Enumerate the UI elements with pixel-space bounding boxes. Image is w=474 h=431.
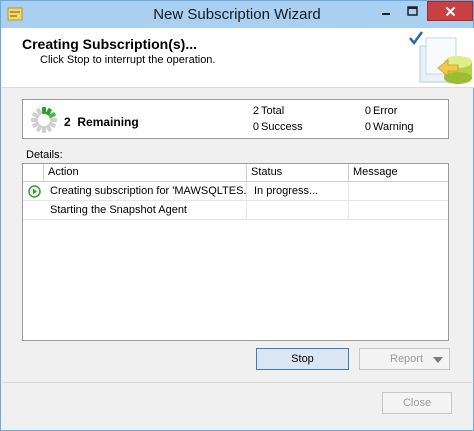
error-count: 0	[364, 105, 371, 117]
stop-button[interactable]: Stop	[256, 348, 349, 370]
status-cell	[247, 201, 349, 220]
total-count: 2	[252, 105, 259, 117]
column-header-message[interactable]: Message	[349, 164, 448, 182]
details-grid[interactable]: Action Status Message Creating subscript…	[22, 163, 449, 341]
icon-column-header	[23, 164, 44, 182]
in-progress-icon	[28, 185, 41, 198]
wizard-graphic-icon	[409, 31, 472, 84]
success-count: 0	[252, 121, 259, 133]
chevron-down-icon	[433, 357, 443, 363]
message-cell	[349, 182, 448, 201]
remaining-label: Remaining	[77, 115, 139, 129]
wizard-header: Creating Subscription(s)... Click Stop t…	[2, 28, 474, 88]
status-cell: In progress...	[247, 182, 349, 201]
message-cell	[349, 201, 448, 220]
details-label: Details:	[26, 149, 63, 161]
minimize-icon	[381, 13, 390, 15]
warning-count: 0	[364, 121, 371, 133]
wizard-window: New Subscription Wizard Creating Subscri…	[0, 0, 474, 431]
progress-summary: 2 Remaining 2 Total 0 Success 0 Error 0 …	[22, 99, 449, 139]
action-cell: Starting the Snapshot Agent	[44, 201, 247, 220]
page-subtitle: Click Stop to interrupt the operation.	[40, 54, 216, 66]
table-row[interactable]: Starting the Snapshot Agent	[23, 201, 448, 220]
close-window-button[interactable]	[427, 1, 473, 21]
error-label: Error	[373, 105, 398, 117]
success-label: Success	[261, 121, 303, 133]
remaining-status: 2 Remaining	[64, 115, 139, 129]
column-header-action[interactable]: Action	[44, 164, 247, 182]
progress-spinner-icon	[31, 107, 57, 133]
table-row[interactable]: Creating subscription for 'MAWSQLTES... …	[23, 182, 448, 201]
report-button[interactable]: Report	[359, 348, 450, 370]
total-label: Total	[261, 105, 285, 117]
title-bar[interactable]: New Subscription Wizard	[1, 1, 473, 28]
close-icon	[445, 6, 455, 16]
page-title: Creating Subscription(s)...	[22, 36, 198, 52]
remaining-count: 2	[64, 115, 71, 129]
minimize-button[interactable]	[372, 1, 399, 21]
column-header-status[interactable]: Status	[247, 164, 349, 182]
report-button-label: Report	[390, 353, 424, 365]
action-cell: Creating subscription for 'MAWSQLTES...	[44, 182, 247, 201]
maximize-icon	[407, 6, 418, 16]
maximize-button[interactable]	[399, 1, 426, 21]
close-button[interactable]: Close	[382, 392, 452, 414]
warning-label: Warning	[373, 121, 414, 133]
footer-divider	[2, 382, 474, 383]
grid-header: Action Status Message	[23, 164, 448, 182]
